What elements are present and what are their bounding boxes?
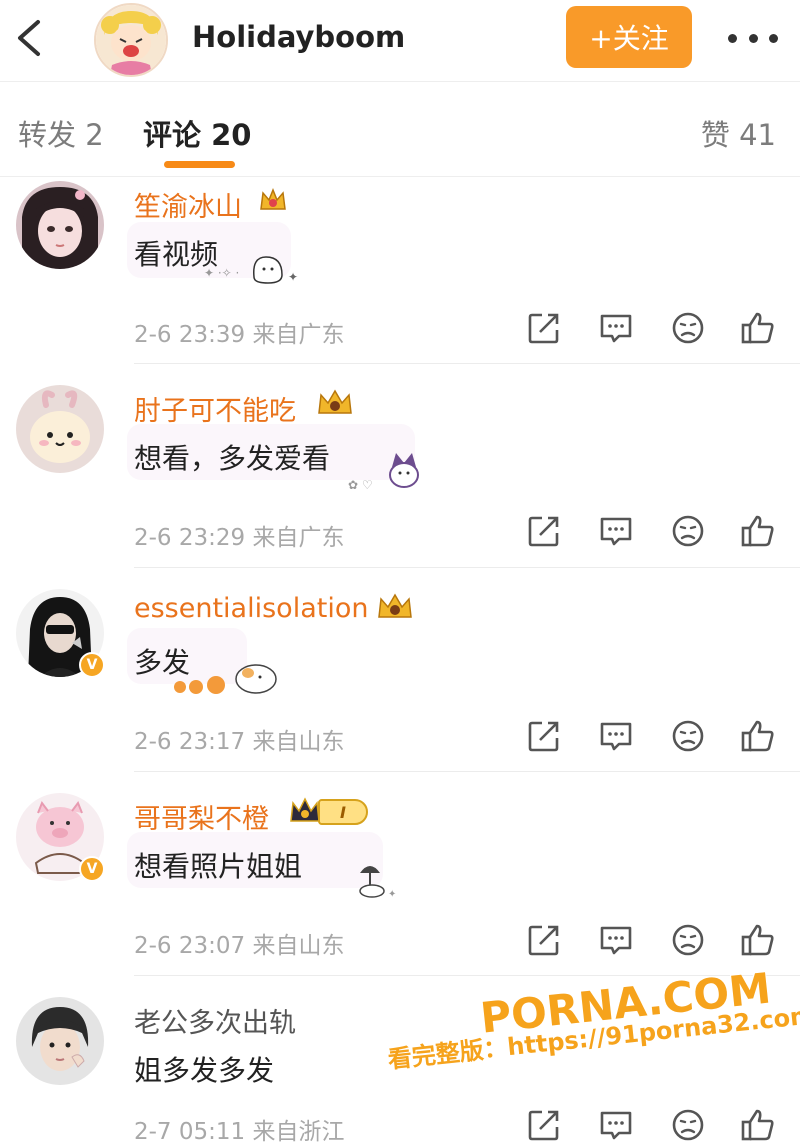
comment-text: 想看，多发爱看	[134, 442, 331, 475]
comment-text: 想看照片姐姐	[134, 850, 303, 883]
comment-actions	[526, 922, 776, 958]
vip-crown-icon	[258, 185, 288, 219]
sticker-decoration-icon: ✦ ·✧ · ✦	[204, 247, 304, 291]
verified-badge-icon: V	[79, 856, 105, 882]
svg-text:✦: ✦	[388, 889, 396, 900]
tab-likes[interactable]: 赞 41	[701, 112, 776, 154]
like-icon[interactable]	[740, 1107, 776, 1143]
commenter-avatar[interactable]	[16, 181, 104, 269]
commenter-name[interactable]: 肘子可不能吃	[134, 389, 296, 428]
dislike-face-icon[interactable]	[670, 310, 706, 346]
share-icon[interactable]	[526, 922, 562, 958]
vip-crown-icon	[376, 591, 414, 627]
reply-icon[interactable]	[598, 922, 634, 958]
like-icon[interactable]	[740, 513, 776, 549]
active-tab-indicator	[164, 161, 235, 168]
level-badge: I	[318, 799, 368, 825]
commenter-name[interactable]: 笙渝冰山	[134, 185, 242, 224]
comment-item: V essentialisolation 多发 2-6 23:17 来自山东	[0, 585, 800, 773]
comment-text: 姐多发多发	[134, 1054, 275, 1087]
dislike-face-icon[interactable]	[670, 922, 706, 958]
svg-text:✦: ✦	[288, 270, 298, 284]
reply-icon[interactable]	[598, 718, 634, 754]
comment-actions	[526, 513, 776, 549]
divider	[134, 567, 800, 568]
comment-item: V 哥哥梨不橙 I 想看照片姐姐 ✦ 2-6 23:07 来自山东	[0, 789, 800, 977]
comment-item: 肘子可不能吃 想看，多发爱看 ✿ ♡ 2-6 23:29 来自广东	[0, 381, 800, 569]
verified-badge-icon: V	[79, 652, 105, 678]
follow-button[interactable]: +关注	[566, 6, 692, 68]
comment-meta: 2-7 05:11 来自浙江	[134, 1119, 345, 1145]
comment-actions	[526, 310, 776, 346]
like-icon[interactable]	[740, 922, 776, 958]
comment-item: 笙渝冰山 看视频 ✦ ·✧ · ✦ 2-6 23:39 来自广东	[0, 177, 800, 365]
vip-crown-icon	[316, 387, 354, 423]
commenter-avatar[interactable]	[16, 997, 104, 1085]
dislike-face-icon[interactable]	[670, 718, 706, 754]
reply-icon[interactable]	[598, 310, 634, 346]
share-icon[interactable]	[526, 1107, 562, 1143]
top-bar: Holidayboom +关注	[0, 0, 800, 82]
comment-meta: 2-6 23:07 来自山东	[134, 933, 345, 959]
reply-icon[interactable]	[598, 513, 634, 549]
commenter-name[interactable]: essentialisolation	[134, 593, 368, 624]
back-icon[interactable]	[10, 16, 50, 60]
commenter-name[interactable]: 哥哥梨不橙	[134, 797, 269, 836]
tab-reposts[interactable]: 转发 2	[18, 112, 104, 154]
svg-text:✦ ·✧ ·: ✦ ·✧ ·	[204, 266, 239, 280]
divider	[134, 771, 800, 772]
share-icon[interactable]	[526, 718, 562, 754]
vip-crown-icon	[288, 795, 322, 831]
sticker-decoration-icon: ✿ ♡	[348, 445, 432, 499]
comment-meta: 2-6 23:39 来自广东	[134, 322, 345, 348]
comment-meta: 2-6 23:17 来自山东	[134, 729, 345, 755]
dislike-face-icon[interactable]	[670, 513, 706, 549]
commenter-avatar[interactable]	[16, 385, 104, 473]
share-icon[interactable]	[526, 310, 562, 346]
comment-meta: 2-6 23:29 来自广东	[134, 525, 345, 551]
sticker-decoration-icon: ✦	[336, 855, 406, 905]
like-icon[interactable]	[740, 310, 776, 346]
reply-icon[interactable]	[598, 1107, 634, 1143]
sticker-decoration-icon	[168, 651, 280, 701]
author-avatar[interactable]	[94, 3, 168, 77]
tab-bar: 转发 2 评论 20 赞 41	[0, 82, 800, 177]
divider	[134, 363, 800, 364]
comment-actions	[526, 1107, 776, 1143]
author-name[interactable]: Holidayboom	[192, 20, 405, 54]
dislike-face-icon[interactable]	[670, 1107, 706, 1143]
commenter-name[interactable]: 老公多次出轨	[134, 1001, 296, 1040]
like-icon[interactable]	[740, 718, 776, 754]
tab-comments[interactable]: 评论 20	[143, 112, 251, 154]
more-options-icon[interactable]	[728, 20, 778, 56]
comment-actions	[526, 718, 776, 754]
svg-text:✿ ♡: ✿ ♡	[348, 478, 373, 492]
share-icon[interactable]	[526, 513, 562, 549]
